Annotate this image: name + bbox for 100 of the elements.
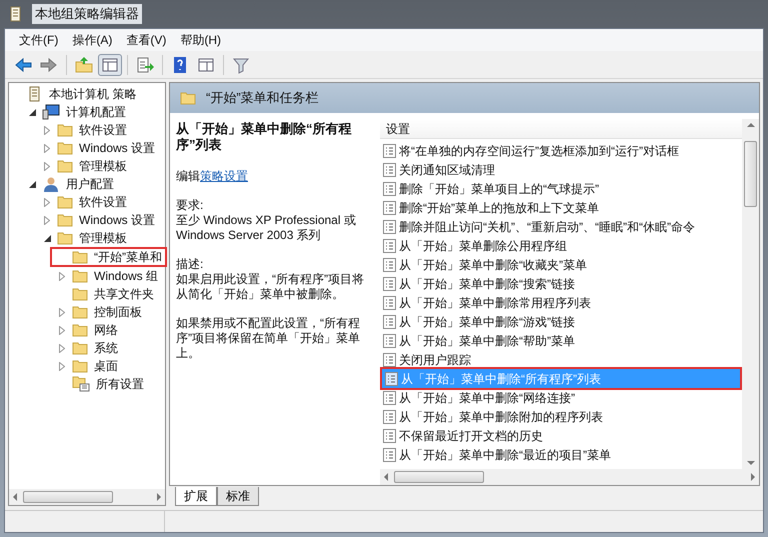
panel-title: “开始”菜单和任务栏 — [206, 89, 319, 108]
tree-item[interactable]: 本地计算机 策略 — [47, 85, 138, 103]
folder-icon — [72, 359, 88, 373]
setting-row[interactable]: 删除并阻止访问“关机”、“重新启动”、“睡眠”和“休眠”命令 — [380, 217, 742, 236]
policy-setting-icon — [383, 410, 396, 424]
view-tab[interactable]: 标准 — [217, 487, 259, 506]
tree-item[interactable]: 网络 — [92, 321, 120, 339]
policy-setting-icon — [383, 390, 396, 404]
tree-item[interactable]: 桌面 — [92, 357, 120, 375]
tree-item[interactable]: 用户配置 — [64, 175, 116, 193]
collapsed-arrow-icon[interactable] — [44, 162, 50, 170]
collapsed-arrow-icon[interactable] — [59, 326, 65, 334]
horizontal-scrollbar[interactable] — [380, 469, 759, 485]
policy-setting-icon — [383, 182, 396, 196]
collapsed-arrow-icon[interactable] — [44, 216, 50, 224]
policy-setting-icon — [383, 258, 396, 272]
collapsed-arrow-icon[interactable] — [59, 362, 65, 370]
view-tab[interactable]: 扩展 — [175, 487, 217, 506]
tree-item[interactable]: Windows 组 — [92, 267, 160, 285]
computer-icon — [42, 104, 60, 120]
folder-icon — [57, 231, 73, 245]
setting-row[interactable]: 从「开始」菜单中删除附加的程序列表 — [380, 407, 742, 426]
policy-setting-icon — [383, 162, 396, 176]
folder-icon — [72, 269, 88, 283]
collapsed-arrow-icon[interactable] — [59, 272, 65, 280]
tree-item[interactable]: Windows 设置 — [77, 211, 158, 229]
description-text: 如果禁用或不配置此设置，“所有程序”项目将保留在简单「开始」菜单上。 — [176, 316, 361, 361]
description-label: 描述: — [176, 257, 204, 272]
policy-setting-icon — [383, 334, 396, 348]
horizontal-scrollbar[interactable] — [9, 489, 165, 505]
folder-icon — [180, 91, 196, 105]
policy-setting-icon — [383, 276, 396, 290]
folder-icon — [57, 159, 73, 173]
folder-icon — [57, 123, 73, 137]
requirements-text: 至少 Windows XP Professional 或 Windows Server 2003 系列 — [176, 213, 357, 243]
collapsed-arrow-icon[interactable] — [44, 144, 50, 152]
setting-row[interactable]: 从「开始」菜单删除公用程序组 — [380, 236, 742, 255]
edit-label: 编辑 — [176, 169, 200, 184]
tree-item[interactable]: 管理模板 — [77, 229, 129, 247]
expanded-arrow-icon[interactable] — [44, 234, 50, 242]
menu-item[interactable]: 文件(F) — [15, 31, 62, 49]
policy-setting-icon — [383, 200, 396, 214]
folder-icon — [57, 195, 73, 209]
tree-item[interactable]: 共享文件夹 — [92, 285, 156, 303]
policy-setting-icon — [385, 372, 398, 386]
setting-row[interactable]: 从「开始」菜单中删除“帮助”菜单 — [380, 331, 742, 350]
setting-row[interactable]: 从「开始」菜单中删除常用程序列表 — [380, 293, 742, 312]
menu-item[interactable]: 查看(V) — [122, 31, 170, 49]
setting-row[interactable]: 删除「开始」菜单项目上的“气球提示” — [380, 179, 742, 198]
expanded-arrow-icon[interactable] — [28, 108, 36, 116]
setting-row[interactable]: 从「开始」菜单中删除“最近的项目”菜单 — [380, 445, 742, 464]
policy-title: 从「开始」菜单中删除“所有程序”列表 — [176, 121, 352, 153]
policy-setting-icon — [383, 144, 396, 158]
folder-icon — [72, 287, 88, 301]
policy-setting-icon — [383, 428, 396, 442]
collapsed-arrow-icon[interactable] — [59, 308, 65, 316]
setting-row[interactable]: 从「开始」菜单中删除“搜索”链接 — [380, 274, 742, 293]
tree-item[interactable]: 所有设置 — [94, 375, 146, 393]
tree-item[interactable]: 管理模板 — [77, 157, 129, 175]
expanded-arrow-icon[interactable] — [28, 180, 36, 188]
folder-icon — [72, 250, 88, 264]
requirements-label: 要求: — [176, 198, 204, 213]
description-text: 如果启用此设置，“所有程序”项目将从简化「开始」菜单中被删除。 — [176, 272, 365, 302]
setting-row[interactable]: 从「开始」菜单中删除“网络连接” — [380, 388, 742, 407]
tree-item[interactable]: Windows 设置 — [77, 139, 158, 157]
menu-item[interactable]: 操作(A) — [68, 31, 116, 49]
policy-setting-icon — [383, 314, 396, 328]
folder-icon — [72, 341, 88, 355]
setting-row[interactable]: 关闭用户跟踪 — [380, 350, 742, 369]
setting-row[interactable]: 关闭通知区域清理 — [380, 160, 742, 179]
window-title: 本地组策略编辑器 — [32, 4, 142, 24]
vertical-scrollbar[interactable] — [742, 119, 759, 469]
folder-icon — [57, 141, 73, 155]
menu-item[interactable]: 帮助(H) — [176, 31, 225, 49]
folder-icon — [72, 305, 88, 319]
settings-folder-icon — [72, 376, 90, 392]
tree-item[interactable]: 系统 — [92, 339, 120, 357]
policy-setting-icon — [383, 296, 396, 310]
policy-setting-icon — [383, 352, 396, 366]
policy-settings-link[interactable]: 策略设置 — [200, 169, 248, 184]
setting-row[interactable]: 将“在单独的内存空间运行”复选框添加到“运行”对话框 — [380, 141, 742, 160]
user-icon — [42, 176, 60, 192]
setting-row[interactable]: 删除“开始”菜单上的拖放和上下文菜单 — [380, 198, 742, 217]
policy-setting-icon — [383, 220, 396, 234]
folder-icon — [72, 323, 88, 337]
collapsed-arrow-icon[interactable] — [44, 126, 50, 134]
tree-item[interactable]: 软件设置 — [77, 121, 129, 139]
tree-item[interactable]: 控制面板 — [92, 303, 144, 321]
collapsed-arrow-icon[interactable] — [44, 198, 50, 206]
tree-pane-icon[interactable] — [98, 54, 122, 76]
folder-icon — [57, 213, 73, 227]
tree-item[interactable]: “开始”菜单和 — [92, 248, 164, 266]
policy-setting-icon — [383, 238, 396, 252]
tree-item[interactable]: 软件设置 — [77, 193, 129, 211]
policy-setting-icon — [383, 448, 396, 462]
tree-item[interactable]: 计算机配置 — [64, 103, 128, 121]
collapsed-arrow-icon[interactable] — [59, 344, 65, 352]
setting-row[interactable]: 从「开始」菜单中删除“游戏”链接 — [380, 312, 742, 331]
setting-row[interactable]: 从「开始」菜单中删除“收藏夹”菜单 — [380, 255, 742, 274]
setting-row[interactable]: 不保留最近打开文档的历史 — [380, 426, 742, 445]
